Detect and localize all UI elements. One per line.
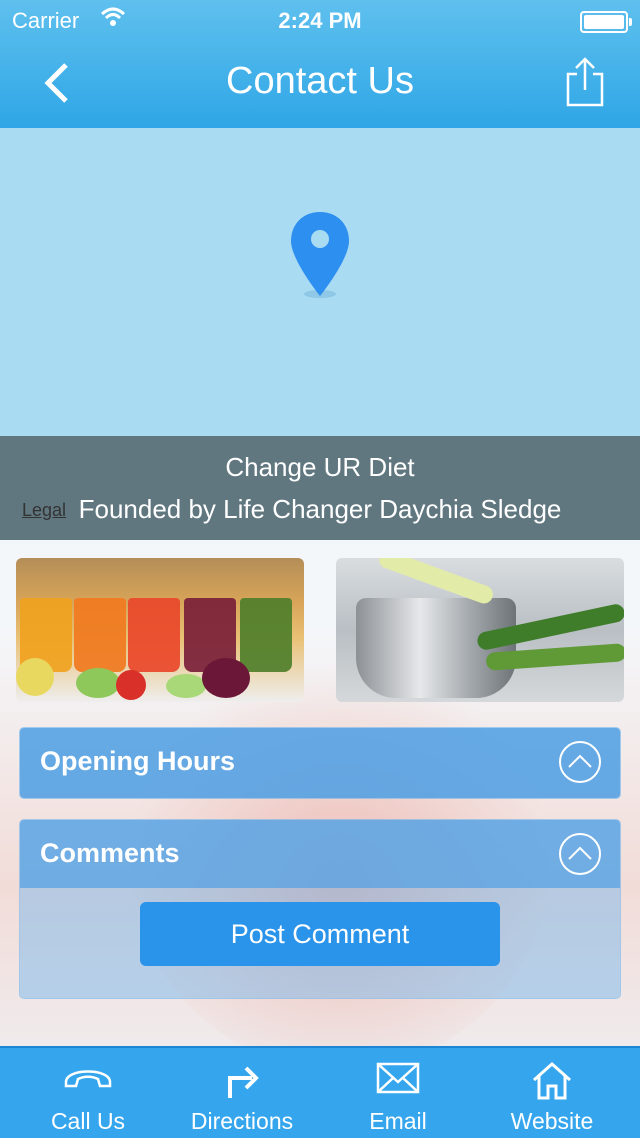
business-name: Change UR Diet	[225, 452, 415, 482]
bottom-tab-bar: Call Us Directions Email Website	[0, 1046, 640, 1138]
tab-label: Call Us	[50, 1108, 126, 1134]
tab-email[interactable]: Email	[318, 1048, 478, 1138]
home-icon	[472, 1060, 632, 1100]
status-bar: Carrier 2:24 PM	[0, 0, 640, 40]
tomato	[116, 670, 146, 700]
phone-icon	[8, 1060, 168, 1100]
tab-call-us[interactable]: Call Us	[8, 1048, 168, 1138]
cooking-pot-leeks-photo[interactable]	[336, 558, 624, 702]
map-pin-icon[interactable]	[289, 210, 351, 300]
envelope-icon	[318, 1060, 478, 1100]
opening-hours-header[interactable]: Opening Hours	[20, 728, 620, 798]
turn-right-arrow-icon	[162, 1060, 322, 1100]
post-comment-button[interactable]: Post Comment	[140, 902, 500, 966]
tab-directions[interactable]: Directions	[162, 1048, 322, 1138]
tab-website[interactable]: Website	[472, 1048, 632, 1138]
lemon-slice	[16, 658, 54, 696]
nav-bar: Carrier 2:24 PM Contact Us	[0, 0, 640, 128]
share-button[interactable]	[564, 56, 606, 108]
chevron-up-circle-icon[interactable]	[558, 832, 602, 876]
cucumber-slice	[76, 668, 120, 698]
opening-hours-title: Opening Hours	[40, 746, 235, 776]
business-tagline: Founded by Life Changer Daychia Sledge	[78, 494, 562, 524]
comments-title: Comments	[40, 838, 180, 868]
clock: 2:24 PM	[278, 8, 362, 33]
battery-icon	[580, 11, 632, 33]
tab-label: Directions	[190, 1108, 294, 1134]
comments-section: Comments Post Comment	[20, 820, 620, 998]
tab-label: Website	[510, 1108, 594, 1134]
tab-label: Email	[369, 1108, 427, 1134]
comments-header[interactable]: Comments	[20, 820, 620, 888]
chevron-up-circle-icon[interactable]	[558, 740, 602, 784]
share-icon	[566, 57, 604, 107]
juice-glass	[74, 598, 126, 672]
page-title: Contact Us	[226, 60, 414, 102]
opening-hours-section[interactable]: Opening Hours	[20, 728, 620, 798]
juice-glass	[240, 598, 292, 672]
beet	[202, 658, 250, 698]
cucumber-slice	[166, 674, 206, 698]
juice-glasses-photo[interactable]	[16, 558, 304, 702]
juice-glass	[128, 598, 180, 672]
